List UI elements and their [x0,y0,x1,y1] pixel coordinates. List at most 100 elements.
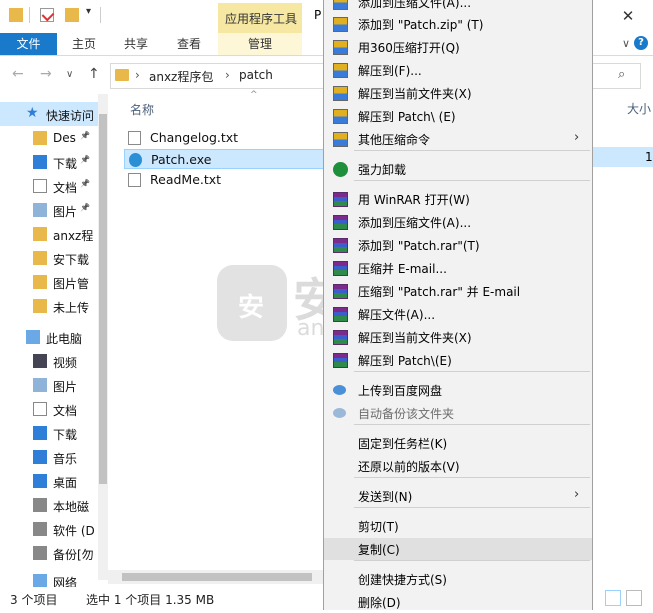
context-menu-item[interactable]: 上传到百度网盘 [324,379,592,401]
text-file-icon [128,131,141,145]
context-menu-label: 剪切(T) [358,520,399,534]
menu-separator [354,150,590,151]
selection-info: 选中 1 个项目 1.35 MB [86,593,215,607]
tab-manage[interactable]: 管理 [218,33,302,55]
sidebar-item[interactable]: 下载 📌 [0,150,108,174]
large-icons-view-icon[interactable] [626,590,642,606]
app-tools-context-tab: 应用程序工具 [218,3,302,33]
sidebar-item-label: 安下载 [53,253,90,267]
column-header-size[interactable]: 大小 [627,100,651,117]
sidebar-item[interactable]: 软件 (D [0,517,108,541]
context-menu-item[interactable]: 解压到 Patch\(E) [324,349,592,371]
context-menu-item[interactable]: 添加到压缩文件(A)... [324,211,592,233]
sidebar-item-label: 图片 [53,380,78,394]
context-menu-item[interactable]: 强力卸载 [324,158,592,180]
sidebar-item[interactable]: 本地磁 [0,493,108,517]
scrollbar-thumb[interactable] [99,114,107,484]
sidebar-item-label: 未上传 [53,301,90,315]
tab-file[interactable]: 文件 [0,33,57,55]
window-title: P [314,8,322,22]
sidebar-item[interactable]: 图片 [0,373,108,397]
sidebar-item[interactable]: anxz程 [0,222,108,246]
pin-icon: 📌 [80,179,90,188]
help-icon[interactable]: ? [634,36,648,50]
scrollbar-thumb[interactable] [122,573,312,581]
selected-row-extension[interactable] [593,147,653,167]
details-view-icon[interactable] [605,590,621,606]
breadcrumb-patch[interactable]: patch [239,68,273,82]
document-icon [33,179,47,193]
context-menu-item[interactable]: 解压到当前文件夹(X) [324,82,592,104]
file-row-changelog[interactable]: Changelog.txt [124,128,324,148]
tab-share[interactable]: 共享 [124,33,148,55]
zip360-icon [333,0,348,10]
new-folder-icon[interactable] [65,8,79,22]
sidebar-item[interactable]: Des 📌 [0,126,108,150]
video-icon [33,354,47,368]
context-menu-item[interactable]: 压缩到 "Patch.rar" 并 E-mail [324,280,592,302]
expand-ribbon-icon[interactable]: ∨ [622,37,630,50]
context-menu-label: 固定到任务栏(K) [358,437,448,451]
search-box[interactable]: ⌕ [590,63,641,89]
context-menu-item[interactable]: 添加到 "Patch.zip" (T) [324,13,592,35]
context-menu-item[interactable]: 解压文件(A)... [324,303,592,325]
sidebar-item[interactable]: 图片 📌 [0,198,108,222]
horizontal-scrollbar[interactable] [108,570,325,584]
network-icon [33,574,47,588]
folder-icon[interactable] [9,8,23,22]
context-menu-item[interactable]: 剪切(T) [324,515,592,537]
context-menu-item[interactable]: 复制(C) [324,538,592,560]
sidebar-item[interactable]: 文档 [0,397,108,421]
download-icon [33,155,47,169]
up-button[interactable]: ↑ [88,66,100,82]
close-icon[interactable]: ✕ [612,4,644,28]
context-menu-item[interactable]: 其他压缩命令 › [324,128,592,150]
sidebar-item[interactable]: ★ 快速访问 [0,102,108,126]
column-header-name[interactable]: 名称 [130,101,154,118]
context-menu-item[interactable]: 固定到任务栏(K) [324,432,592,454]
sidebar-item[interactable]: 安下载 [0,246,108,270]
sidebar-item[interactable]: 文档 📌 [0,174,108,198]
properties-icon[interactable] [40,8,55,22]
forward-button[interactable]: → [40,66,52,82]
context-menu-item[interactable]: 添加到压缩文件(A)... [324,0,592,13]
context-menu-item[interactable]: 用360压缩打开(Q) [324,36,592,58]
tab-home[interactable]: 主页 [72,33,96,55]
context-menu-item[interactable]: 发送到(N) › [324,485,592,507]
menu-separator [354,560,590,561]
uninstall-icon [333,162,348,177]
context-menu-item[interactable]: 解压到(F)... [324,59,592,81]
context-menu-item[interactable]: 用 WinRAR 打开(W) [324,188,592,210]
tab-view[interactable]: 查看 [177,33,201,55]
recent-locations-button[interactable]: ∨ [66,69,73,80]
context-menu-item[interactable]: 解压到当前文件夹(X) [324,326,592,348]
sidebar-item[interactable]: 备份[勿 [0,541,108,565]
sidebar-item[interactable]: 图片管 [0,270,108,294]
sidebar-item[interactable]: 视频 [0,349,108,373]
file-row-readme[interactable]: ReadMe.txt [124,170,324,190]
context-menu-item[interactable]: 还原以前的版本(V) [324,455,592,477]
sidebar-item[interactable]: 下载 [0,421,108,445]
sidebar-item[interactable]: 音乐 [0,445,108,469]
zip360-icon [333,109,348,124]
address-bar[interactable]: › anxz程序包 › patch [110,63,324,89]
file-row-patch-exe[interactable]: Patch.exe [124,149,324,169]
sidebar-item[interactable]: 此电脑 [0,325,108,349]
back-button[interactable]: ← [12,66,24,82]
breadcrumb-anxz[interactable]: anxz程序包 [149,68,213,85]
context-menu-item[interactable]: 压缩并 E-mail... [324,257,592,279]
context-menu-item[interactable]: 创建快捷方式(S) [324,568,592,590]
drive-icon [33,522,47,536]
menu-separator [354,477,590,478]
vertical-scrollbar[interactable] [98,94,108,580]
winrar-icon [333,330,348,345]
sidebar-item[interactable]: 未上传 [0,294,108,318]
breadcrumb-separator: › [135,68,140,82]
context-menu-label: 解压到当前文件夹(X) [358,87,472,101]
sidebar-item[interactable]: 桌面 [0,469,108,493]
zip360-icon [333,63,348,78]
context-menu-item[interactable]: 解压到 Patch\ (E) [324,105,592,127]
context-menu-label: 解压文件(A)... [358,308,436,322]
context-menu-item[interactable]: 添加到 "Patch.rar"(T) [324,234,592,256]
quick-access-dropdown-icon[interactable]: ▾ [86,6,91,17]
